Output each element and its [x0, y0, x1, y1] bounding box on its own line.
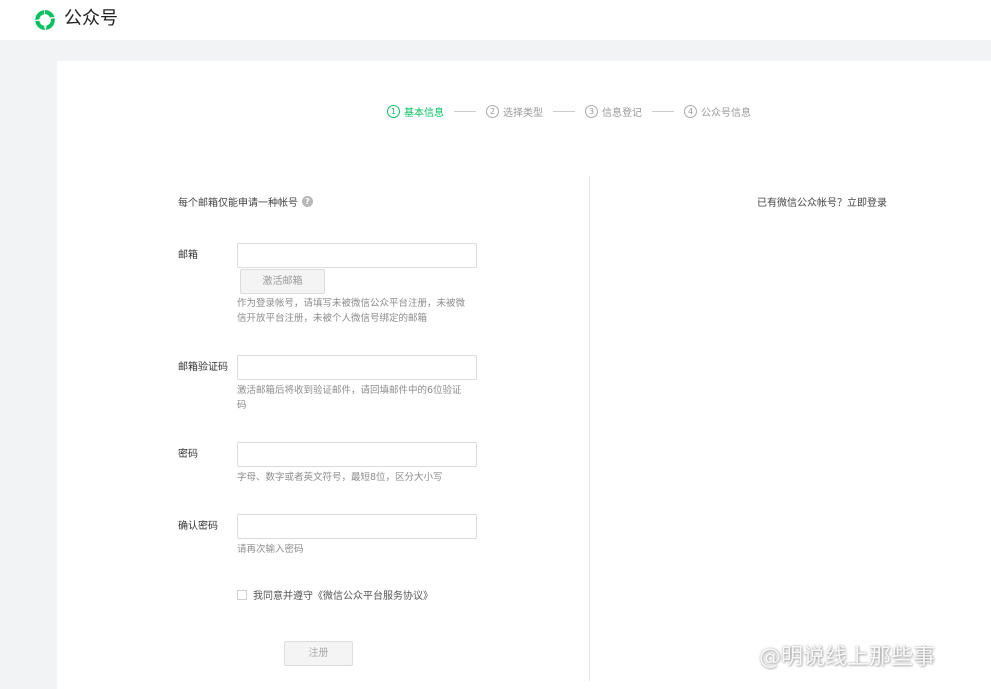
step-number: 3: [585, 104, 598, 118]
wechat-official-account-logo-icon[interactable]: [33, 8, 57, 32]
password-hint: 字母、数字或者英文符号，最短8位，区分大小写: [237, 472, 443, 483]
step-basic-info: 1 基本信息: [387, 104, 444, 119]
verification-code-label: 邮箱验证码: [178, 362, 228, 373]
step-label: 信息登记: [602, 107, 642, 119]
step-number: 2: [486, 104, 499, 118]
existing-account-prompt: 已有微信公众帐号？立即登录: [757, 194, 887, 209]
watermark: @明说线上那些事: [733, 639, 935, 671]
platform-logo-icon: [735, 646, 753, 665]
verification-code-hint: 激活邮箱后将收到验证邮件，请回填邮件中的6位验证码: [237, 385, 462, 411]
progress-steps: 1 基本信息 2 选择类型 3 信息登记 4 公众号信息: [387, 103, 751, 119]
password-input[interactable]: [237, 442, 477, 467]
agreement-text[interactable]: 我同意并遵守《微信公众平台服务协议》: [253, 587, 433, 602]
brand-title[interactable]: 公众号: [64, 7, 118, 31]
login-link[interactable]: 立即登录: [847, 198, 887, 209]
register-panel: 1 基本信息 2 选择类型 3 信息登记 4 公众号信息 每个邮箱仅能申请一种帐…: [57, 61, 991, 689]
agreement-checkbox[interactable]: [237, 589, 247, 600]
step-select-type: 2 选择类型: [486, 104, 543, 119]
confirm-password-label: 确认密码: [178, 521, 218, 532]
email-tip-text: 每个邮箱仅能申请一种帐号: [178, 198, 298, 209]
confirm-password-input[interactable]: [237, 514, 477, 539]
step-label: 基本信息: [404, 107, 444, 119]
email-hint: 作为登录帐号，请填写未被微信公众平台注册，未被微信开放平台注册，未被个人微信号绑…: [237, 298, 466, 324]
step-label: 公众号信息: [701, 107, 751, 119]
step-number: 1: [387, 104, 400, 118]
email-tip: 每个邮箱仅能申请一种帐号 ?: [178, 194, 313, 209]
existing-account-text: 已有微信公众帐号？: [757, 198, 847, 209]
password-label: 密码: [178, 449, 198, 460]
verification-code-input[interactable]: [237, 355, 477, 380]
step-connector: [652, 110, 674, 112]
help-icon[interactable]: ?: [302, 196, 313, 207]
register-button[interactable]: 注册: [284, 641, 353, 666]
confirm-password-hint: 请再次输入密码: [237, 544, 304, 555]
step-connector: [454, 110, 476, 112]
top-bar: 公众号: [0, 0, 991, 40]
step-account-info: 4 公众号信息: [684, 104, 751, 119]
step-number: 4: [684, 104, 697, 118]
step-connector: [553, 110, 575, 112]
agreement-row[interactable]: 我同意并遵守《微信公众平台服务协议》: [237, 587, 433, 602]
vertical-divider: [589, 176, 590, 681]
email-label: 邮箱: [178, 250, 198, 261]
watermark-text: @明说线上那些事: [759, 645, 936, 670]
email-input[interactable]: [237, 243, 477, 268]
step-label: 选择类型: [503, 107, 543, 119]
activate-email-button[interactable]: 激活邮箱: [240, 269, 325, 294]
step-info-registration: 3 信息登记: [585, 104, 642, 119]
